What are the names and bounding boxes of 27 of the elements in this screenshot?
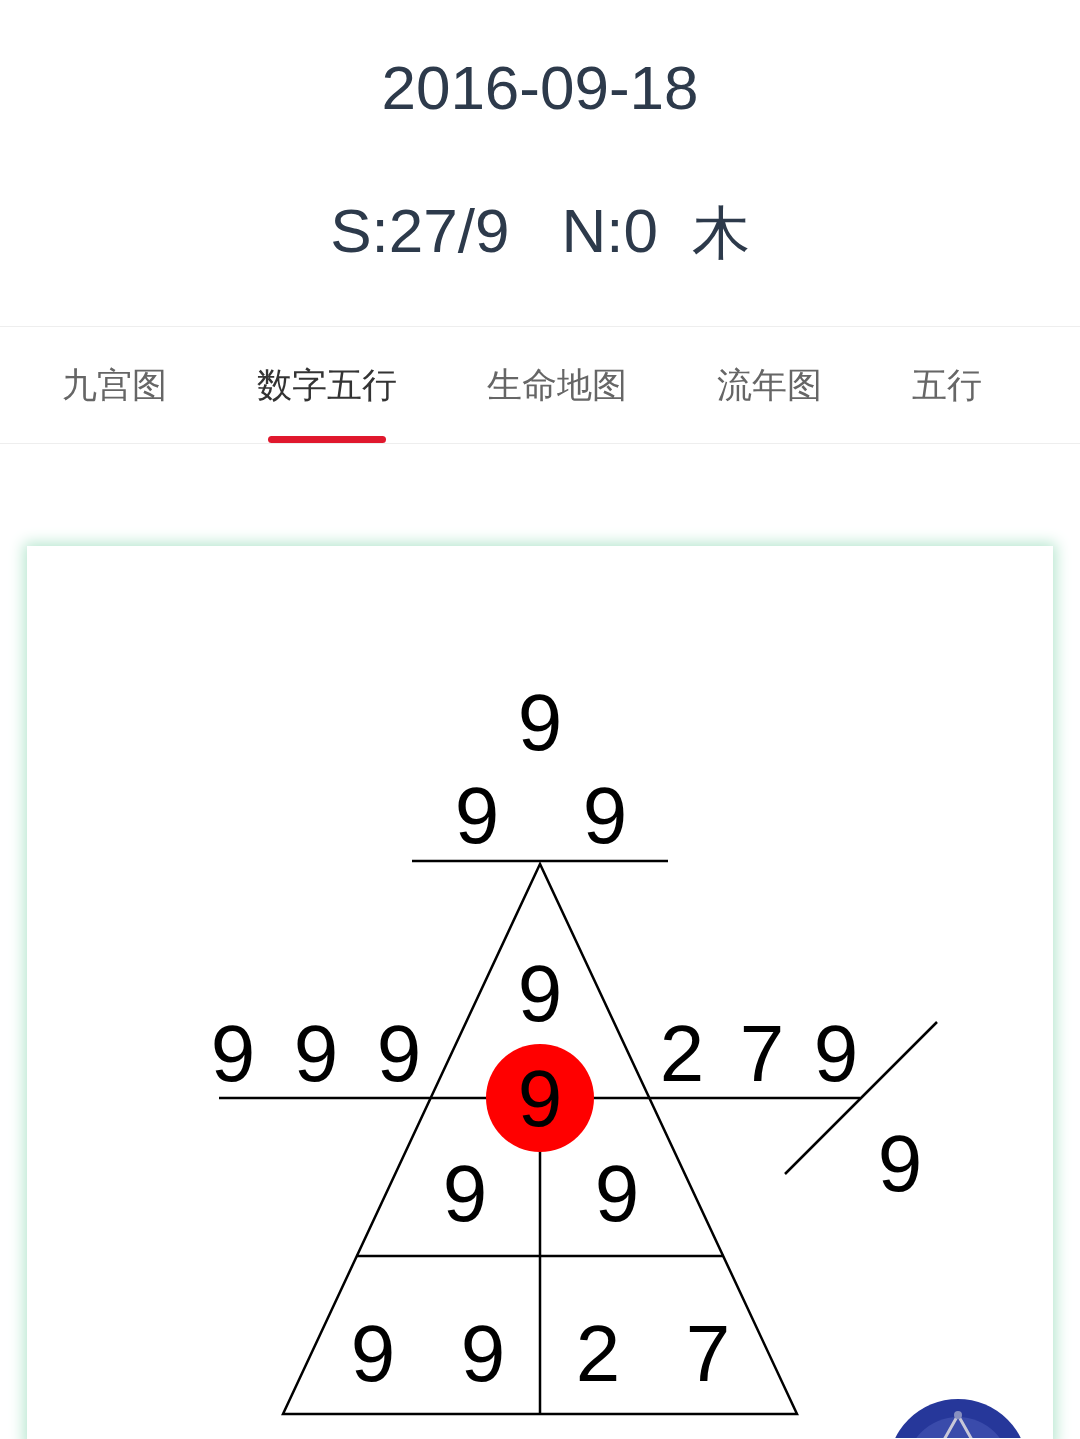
tab[interactable]: 九宫图 xyxy=(62,327,167,443)
digit: 9 xyxy=(594,1149,640,1238)
digit: 9 xyxy=(517,949,563,1038)
tab[interactable]: 数字五行 xyxy=(257,327,397,443)
digit: 7 xyxy=(739,1009,785,1098)
tab[interactable]: 五行 xyxy=(912,327,982,443)
tab[interactable]: 流年图 xyxy=(717,327,822,443)
date-title: 2016-09-18 xyxy=(381,52,699,123)
digit: 9 xyxy=(454,771,500,860)
digit: 9 xyxy=(582,771,628,860)
summary-text: S:27/9 xyxy=(330,195,510,267)
digit: 9 xyxy=(293,1009,339,1098)
digit: 2 xyxy=(575,1309,621,1398)
digit: 9 xyxy=(460,1309,506,1398)
summary-text: N:0 xyxy=(561,195,658,267)
digit: 9 xyxy=(813,1009,859,1098)
digit: 9 xyxy=(517,1054,563,1143)
digit: 9 xyxy=(350,1309,396,1398)
digit: 9 xyxy=(877,1119,923,1208)
digit: 9 xyxy=(517,678,563,767)
digit: 2 xyxy=(659,1009,705,1098)
digit: 7 xyxy=(685,1309,731,1398)
digit: 9 xyxy=(376,1009,422,1098)
digit: 9 xyxy=(210,1009,256,1098)
summary-text: 木 xyxy=(691,198,750,269)
tab[interactable]: 生命地图 xyxy=(487,327,627,443)
digit: 9 xyxy=(442,1149,488,1238)
